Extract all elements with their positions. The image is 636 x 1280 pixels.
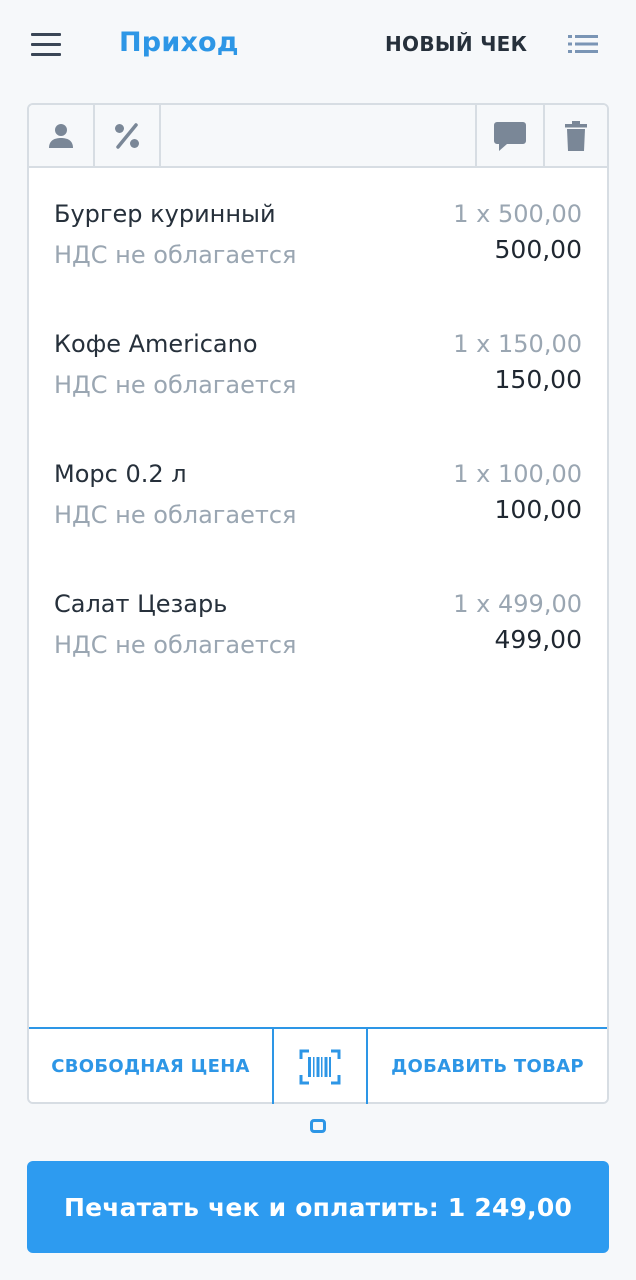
list-item[interactable]: Бургер куринный НДС не облагается 1 x 50… bbox=[29, 168, 607, 298]
delete-button[interactable] bbox=[545, 105, 607, 166]
item-name: Бургер куринный bbox=[54, 200, 276, 228]
page-indicator bbox=[310, 1119, 326, 1133]
trash-icon bbox=[565, 120, 587, 151]
item-qty-price: 1 x 150,00 bbox=[453, 330, 582, 358]
action-bar: СВОБОДНАЯ ЦЕНА ДОБАВИТЬ ТОВАР bbox=[29, 1027, 607, 1104]
receipt-toolbar bbox=[29, 105, 607, 168]
item-name: Морс 0.2 л bbox=[54, 460, 187, 488]
print-and-pay-button[interactable]: Печатать чек и оплатить: 1 249,00 bbox=[27, 1161, 609, 1253]
new-check-button[interactable]: НОВЫЙ ЧЕК bbox=[385, 32, 527, 56]
percent-icon bbox=[115, 122, 139, 149]
list-item[interactable]: Салат Цезарь НДС не облагается 1 x 499,0… bbox=[29, 558, 607, 688]
item-list: Бургер куринный НДС не облагается 1 x 50… bbox=[29, 168, 607, 688]
item-name: Салат Цезарь bbox=[54, 590, 228, 618]
item-qty-price: 1 x 499,00 bbox=[453, 590, 582, 618]
item-sum: 500,00 bbox=[494, 235, 582, 264]
item-vat: НДС не облагается bbox=[54, 631, 297, 659]
item-sum: 100,00 bbox=[494, 495, 582, 524]
page-title: Приход bbox=[119, 27, 239, 58]
customer-button[interactable] bbox=[29, 105, 93, 166]
list-item[interactable]: Морс 0.2 л НДС не облагается 1 x 100,00 … bbox=[29, 428, 607, 558]
receipt-panel: Бургер куринный НДС не облагается 1 x 50… bbox=[27, 103, 609, 1104]
comment-button[interactable] bbox=[477, 105, 543, 166]
hamburger-menu-icon[interactable] bbox=[31, 33, 61, 57]
discount-button[interactable] bbox=[95, 105, 159, 166]
free-price-button[interactable]: СВОБОДНАЯ ЦЕНА bbox=[29, 1029, 272, 1104]
comment-icon bbox=[494, 121, 526, 151]
barcode-scan-icon bbox=[299, 1049, 341, 1084]
list-item[interactable]: Кофе Americano НДС не облагается 1 x 150… bbox=[29, 298, 607, 428]
barcode-scan-button[interactable] bbox=[274, 1029, 366, 1104]
add-item-button[interactable]: ДОБАВИТЬ ТОВАР bbox=[368, 1029, 607, 1104]
item-name: Кофе Americano bbox=[54, 330, 258, 358]
list-icon[interactable] bbox=[567, 33, 599, 55]
item-sum: 499,00 bbox=[494, 625, 582, 654]
item-vat: НДС не облагается bbox=[54, 241, 297, 269]
item-vat: НДС не облагается bbox=[54, 371, 297, 399]
toolbar-divider bbox=[159, 105, 161, 166]
item-qty-price: 1 x 500,00 bbox=[453, 200, 582, 228]
item-vat: НДС не облагается bbox=[54, 501, 297, 529]
app-header: Приход НОВЫЙ ЧЕК bbox=[0, 0, 636, 90]
person-icon bbox=[49, 123, 73, 148]
item-sum: 150,00 bbox=[494, 365, 582, 394]
item-qty-price: 1 x 100,00 bbox=[453, 460, 582, 488]
